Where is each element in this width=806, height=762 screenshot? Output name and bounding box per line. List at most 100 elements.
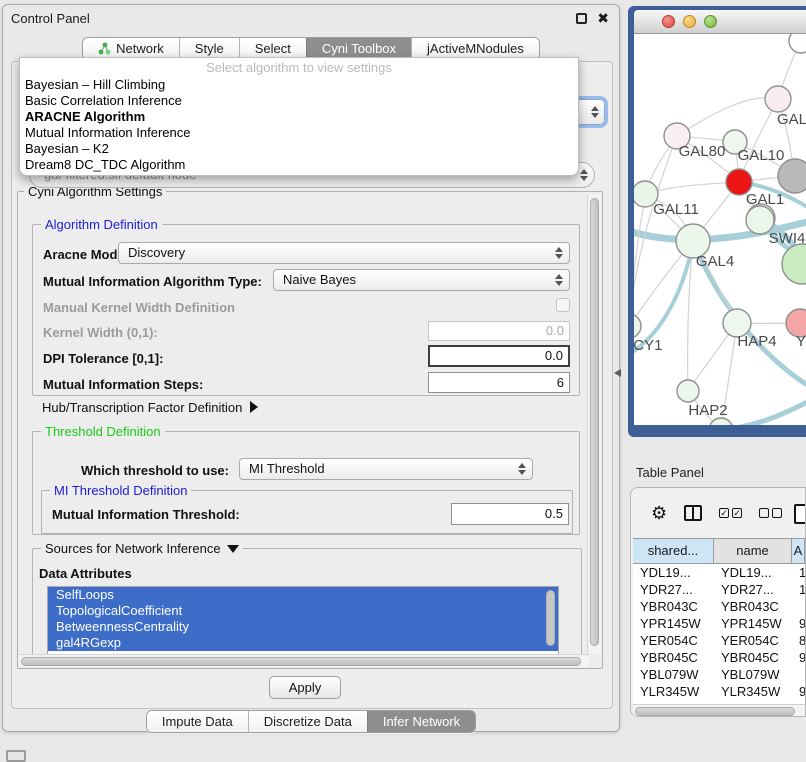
tab-select[interactable]: Select — [239, 38, 306, 59]
manual-kernel-checkbox[interactable] — [556, 298, 570, 312]
table-scrollbar-thumb[interactable] — [635, 707, 795, 716]
aracne-mode-combo[interactable]: Discovery — [118, 242, 570, 264]
table-row[interactable]: YBR045CYBR045C9. — [633, 649, 805, 666]
bottom-tab-discretize-data[interactable]: Discretize Data — [248, 711, 367, 732]
table-cell: YER054C — [633, 632, 714, 649]
document-icon[interactable] — [794, 504, 806, 524]
table-cell: YBR045C — [633, 649, 714, 666]
network-node-hap2[interactable] — [677, 380, 699, 402]
network-node[interactable] — [709, 418, 733, 425]
table-row[interactable]: YER054CYER054C8. — [633, 632, 805, 649]
hub-factor-section[interactable]: Hub/Transcription Factor Definition — [42, 400, 258, 415]
mi-threshold-group: MI Threshold Definition Mutual Informati… — [41, 490, 573, 534]
combo-stepper-icon — [518, 463, 526, 475]
mi-threshold-field[interactable]: 0.5 — [451, 503, 569, 525]
combo-stepper-icon — [591, 106, 599, 118]
column-header-name[interactable]: name — [714, 539, 792, 563]
manual-kernel-label: Manual Kernel Width Definition — [43, 300, 235, 315]
table-row[interactable]: YBR043CYBR043C — [633, 598, 805, 615]
mi-steps-field[interactable]: 6 — [428, 372, 570, 393]
network-node[interactable] — [782, 244, 806, 284]
collapse-arrow-icon[interactable] — [227, 545, 239, 553]
split-columns-icon[interactable] — [684, 505, 702, 521]
network-node[interactable] — [778, 159, 806, 193]
tab-label: Cyni Toolbox — [322, 41, 396, 56]
settings-vertical-scrollbar — [587, 194, 601, 654]
algorithm-option-bayesian-k2[interactable]: Bayesian – K2 — [20, 141, 578, 157]
which-threshold-combo[interactable]: MI Threshold — [239, 458, 533, 480]
close-icon[interactable]: ✖ — [597, 10, 609, 27]
attribute-item-betweennesscentrality[interactable]: BetweennessCentrality — [48, 619, 558, 635]
algorithm-option-bayesian-hill-climbing[interactable]: Bayesian – Hill Climbing — [20, 77, 578, 93]
horizontal-scrollbar-thumb[interactable] — [21, 657, 581, 666]
table-row[interactable]: YBL079WYBL079W — [633, 666, 805, 683]
threshold-definition-group: Threshold Definition Which threshold to … — [32, 431, 580, 535]
float-window-icon[interactable] — [576, 13, 587, 24]
vertical-scrollbar-thumb[interactable] — [590, 198, 599, 646]
table-row[interactable]: YDR27...YDR27...12 — [633, 581, 805, 598]
network-node-gal[interactable] — [765, 86, 791, 112]
mouse-cursor — [614, 369, 621, 377]
table-row[interactable]: YPR145WYPR145W9. — [633, 615, 805, 632]
attribute-item-selfloops[interactable]: SelfLoops — [48, 587, 558, 603]
column-header-shared[interactable]: shared... — [633, 539, 714, 563]
network-node-label: GAL80 — [679, 143, 726, 160]
algorithm-option-mutual-information-inference[interactable]: Mutual Information Inference — [20, 125, 578, 141]
network-window-titlebar[interactable] — [634, 10, 806, 34]
network-canvas[interactable]: GALGAL80GAL10GAL1GAL11SWI4GAL4HAP4YGCY1H… — [634, 34, 806, 425]
algorithm-option-dream8-dc-tdc-algorithm[interactable]: Dream8 DC_TDC Algorithm — [20, 157, 578, 173]
network-node-label: SWI4 — [769, 230, 806, 247]
mi-steps-label: Mutual Information Steps: — [43, 377, 203, 392]
algorithm-option-aracne-algorithm[interactable]: ARACNE Algorithm — [20, 109, 578, 125]
tab-network[interactable]: Network — [83, 38, 179, 59]
network-node[interactable] — [789, 34, 806, 53]
dpi-tolerance-field[interactable]: 0.0 — [428, 345, 570, 367]
settings-scroll-viewport: Algorithm Definition Aracne Mode: Discov… — [19, 194, 587, 654]
settings-horizontal-scrollbar — [19, 654, 589, 667]
table-cell: YDR27... — [714, 581, 792, 598]
tab-jactivemnodules[interactable]: jActiveMNodules — [411, 38, 539, 59]
expand-arrow-icon[interactable] — [250, 401, 258, 413]
bottom-tab-infer-network[interactable]: Infer Network — [367, 711, 475, 732]
aracne-mode-label: Aracne Mode: — [43, 247, 129, 262]
mi-algorithm-type-combo[interactable]: Naive Bayes — [273, 269, 570, 291]
attribute-item-gal4rgexp[interactable]: gal4RGexp — [48, 635, 558, 651]
network-node-gcy1[interactable] — [634, 314, 641, 338]
tab-style[interactable]: Style — [179, 38, 239, 59]
network-edge — [677, 98, 778, 136]
table-cell: YBR045C — [714, 649, 792, 666]
list-scrollbar-thumb[interactable] — [546, 590, 555, 646]
network-node-label: GAL4 — [696, 253, 734, 270]
column-header-a[interactable]: A — [792, 539, 805, 563]
close-window-icon[interactable] — [662, 15, 675, 28]
control-panel-title: Control Panel — [11, 11, 90, 26]
mi-threshold-group-title: MI Threshold Definition — [50, 483, 191, 498]
table-cell: YBL079W — [633, 666, 714, 683]
bottom-tabbar: Impute DataDiscretize DataInfer Network — [3, 710, 619, 733]
network-node-label: Y — [796, 333, 806, 350]
network-node-label: GAL11 — [653, 201, 699, 218]
table-row[interactable]: YDL19...YDL19...13 — [633, 564, 805, 581]
table-cell — [792, 598, 805, 615]
attribute-item-topologicalcoefficient[interactable]: TopologicalCoefficient — [48, 603, 558, 619]
threshold-definition-title: Threshold Definition — [41, 424, 165, 439]
kernel-width-field[interactable]: 0.0 — [428, 321, 570, 341]
control-panel-window: Control Panel ✖ NetworkStyleSelect Cyni T… — [2, 4, 620, 732]
minimize-window-icon[interactable] — [683, 15, 696, 28]
select-none-unchecked-icon[interactable] — [759, 508, 782, 518]
table-cell: YDL19... — [633, 564, 714, 581]
algorithm-option-basic-correlation-inference[interactable]: Basic Correlation Inference — [20, 93, 578, 109]
apply-button[interactable]: Apply — [269, 676, 341, 699]
table-cell: 12 — [792, 581, 805, 598]
table-cell: YBL079W — [714, 666, 792, 683]
select-all-checked-icon[interactable]: ✓✓ — [719, 508, 742, 518]
bottom-left-panel-chip — [6, 750, 26, 762]
hub-factor-label: Hub/Transcription Factor Definition — [42, 400, 242, 415]
bottom-tab-impute-data[interactable]: Impute Data — [147, 711, 248, 732]
tab-cyni-toolbox[interactable]: Cyni Toolbox — [306, 38, 411, 59]
gear-icon[interactable]: ⚙ — [651, 504, 667, 522]
network-node-label: GAL — [777, 111, 806, 128]
zoom-window-icon[interactable] — [704, 15, 717, 28]
table-row[interactable]: YLR345WYLR345W9. — [633, 683, 805, 700]
table-cell — [792, 666, 805, 683]
